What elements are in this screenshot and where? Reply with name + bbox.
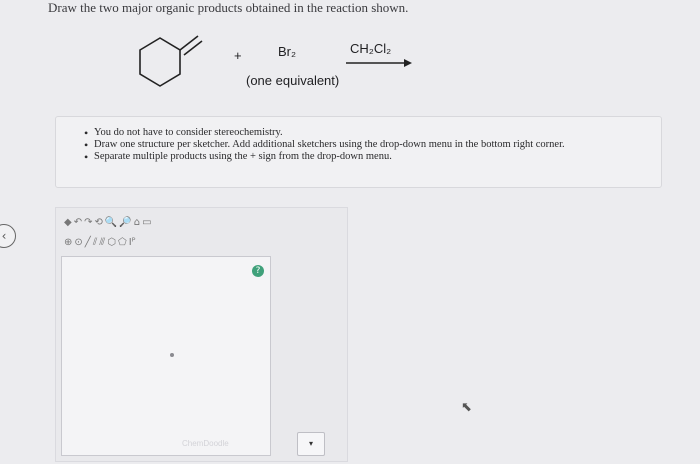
charge-icon[interactable]: ⊕ xyxy=(64,237,72,249)
single-bond-icon[interactable]: ╱ xyxy=(85,237,91,249)
back-arrow-icon[interactable]: ‹ xyxy=(0,224,16,248)
reagent-note: (one equivalent) xyxy=(246,73,340,88)
solvent-label: CH₂Cl₂ xyxy=(350,41,392,56)
add-sketcher-dropdown[interactable]: ▾ xyxy=(297,432,325,456)
eraser-icon[interactable]: ◆ xyxy=(64,217,72,229)
canvas-center-marker xyxy=(170,353,174,357)
instruction-item: Separate multiple products using the + s… xyxy=(84,151,661,163)
label-icon[interactable]: Iᴾ xyxy=(129,237,136,249)
paste-icon[interactable]: ▭ xyxy=(142,217,151,229)
instruction-item: Draw one structure per sketcher. Add add… xyxy=(84,139,661,151)
redo-icon[interactable]: ↷ xyxy=(84,217,92,229)
zoom-in-icon[interactable]: 🔍 xyxy=(105,217,117,229)
lasso-icon[interactable]: ⟲ xyxy=(94,217,102,229)
instructions-box: You do not have to consider stereochemis… xyxy=(55,116,662,188)
instruction-item: You do not have to consider stereochemis… xyxy=(84,127,661,139)
help-icon[interactable]: ? xyxy=(252,265,264,277)
reaction-scheme: + Br₂ (one equivalent) CH₂Cl₂ xyxy=(0,0,700,110)
plus-sign: + xyxy=(234,48,242,63)
sketcher-watermark: ChemDoodle xyxy=(182,439,229,448)
drawing-canvas[interactable]: ? ChemDoodle xyxy=(61,256,271,456)
ring-icon[interactable]: ⬡ xyxy=(107,237,116,249)
double-bond-icon[interactable]: ⫽ xyxy=(93,237,97,249)
clean-icon[interactable]: ⌂ xyxy=(134,217,140,229)
triple-bond-icon[interactable]: ⫻ xyxy=(99,237,105,249)
reagent-label: Br₂ xyxy=(278,44,297,59)
zoom-out-icon[interactable]: 🔎 xyxy=(119,217,131,229)
sketcher-panel: ◆ ↶ ↷ ⟲ 🔍 🔎 ⌂ ▭ ⊕ ⊙ ╱ ⫽ ⫻ ⬡ ⬠ Iᴾ ? ChemD… xyxy=(55,207,348,462)
atom-icon[interactable]: ⊙ xyxy=(74,237,82,249)
ring-icon[interactable]: ⬠ xyxy=(118,237,127,249)
mouse-cursor-icon: ⬉ xyxy=(461,400,472,415)
sketcher-toolbar-top: ◆ ↶ ↷ ⟲ 🔍 🔎 ⌂ ▭ xyxy=(64,216,152,230)
sketcher-toolbar-bottom: ⊕ ⊙ ╱ ⫽ ⫻ ⬡ ⬠ Iᴾ xyxy=(64,236,135,250)
undo-icon[interactable]: ↶ xyxy=(74,217,82,229)
